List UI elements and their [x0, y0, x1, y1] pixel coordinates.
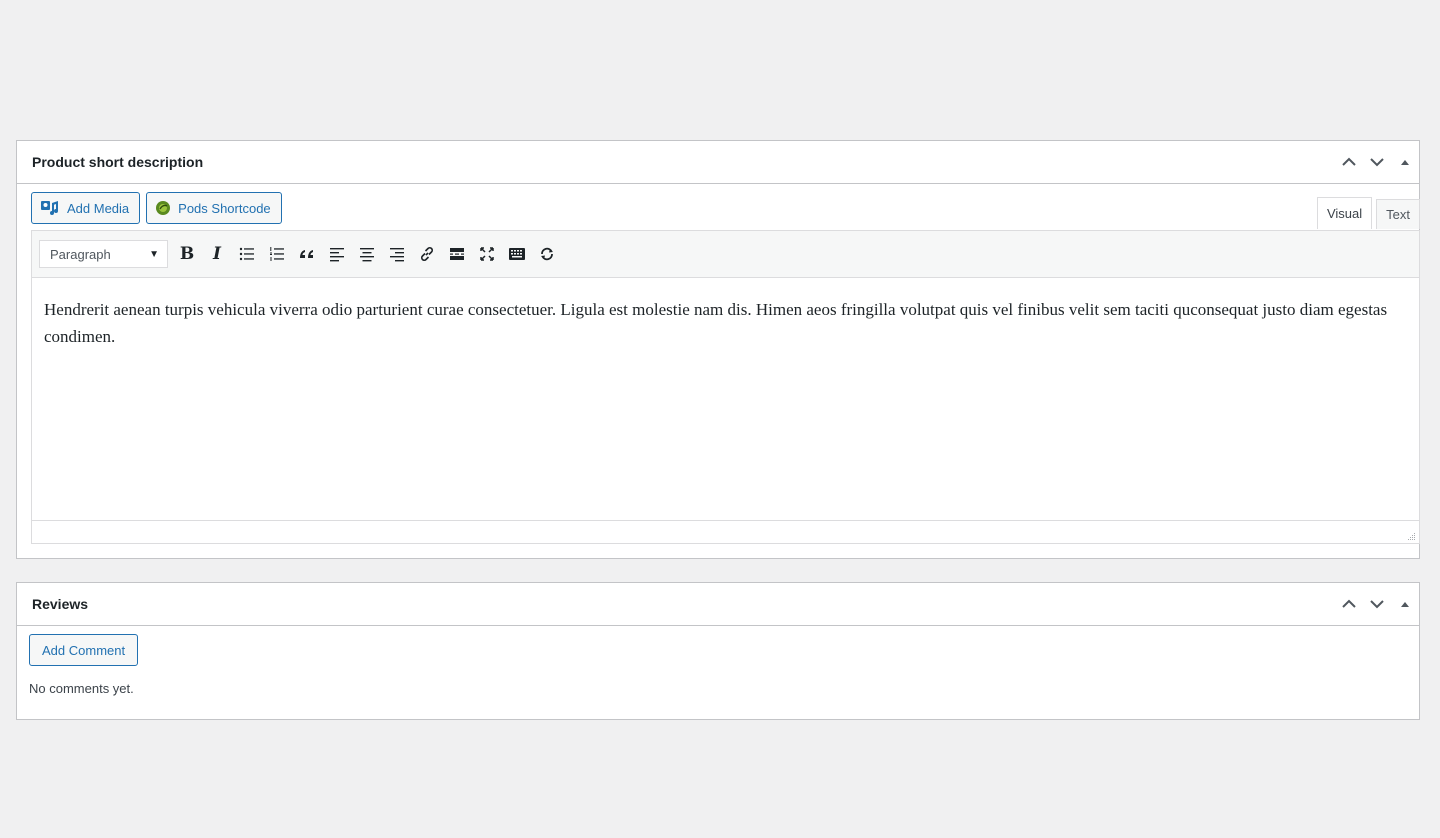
italic-icon: I: [213, 244, 221, 264]
align-center-icon: [360, 248, 374, 262]
move-down-button[interactable]: [1363, 141, 1391, 183]
triangle-up-icon: [1401, 602, 1409, 607]
editor-toolbar: Paragraph ▼ B I: [32, 231, 1419, 278]
editor-frame: Paragraph ▼ B I Hendrerit aenean turpis …: [31, 230, 1420, 544]
italic-button[interactable]: I: [202, 239, 232, 269]
fullscreen-button[interactable]: [472, 239, 502, 269]
pods-shortcode-button[interactable]: Pods Shortcode: [146, 192, 282, 224]
insert-link-button[interactable]: [412, 239, 442, 269]
bold-icon: B: [179, 244, 195, 264]
link-icon: [421, 247, 433, 261]
product-short-description-box: Product short description Add Media Pods…: [16, 140, 1420, 559]
blockquote-button[interactable]: [292, 239, 322, 269]
chevron-up-icon: [1342, 599, 1356, 608]
caret-down-icon: ▼: [149, 248, 159, 260]
postbox-header: Product short description: [17, 141, 1419, 184]
numbered-list-button[interactable]: [262, 239, 292, 269]
format-select-value: Paragraph: [50, 246, 111, 262]
chevron-down-icon: [1370, 600, 1384, 609]
reviews-body: Add Comment No comments yet.: [17, 626, 1419, 704]
bulleted-list-icon: [239, 247, 254, 261]
move-up-button[interactable]: [1335, 583, 1363, 625]
pods-shortcode-label: Pods Shortcode: [178, 200, 271, 216]
move-down-button[interactable]: [1363, 583, 1391, 625]
reviews-box: Reviews Add Comment No comments yet.: [16, 582, 1420, 720]
move-up-button[interactable]: [1335, 141, 1363, 183]
add-media-label: Add Media: [67, 200, 130, 216]
triangle-up-icon: [1401, 160, 1409, 165]
toggle-panel-button[interactable]: [1391, 141, 1419, 183]
editor-status-bar: [32, 520, 1419, 544]
postbox-header: Reviews: [17, 583, 1419, 626]
editor-tabs: Visual Text: [1316, 197, 1420, 229]
blockquote-icon: [300, 250, 313, 258]
media-buttons: Add Media Pods Shortcode: [31, 191, 1420, 225]
pods-icon: [156, 201, 171, 215]
align-right-icon: [390, 248, 404, 262]
no-comments-text: No comments yet.: [29, 681, 134, 696]
align-left-icon: [330, 248, 344, 262]
bold-button[interactable]: B: [172, 239, 202, 269]
toolbar-toggle-button[interactable]: [502, 239, 532, 269]
editor-wrap: Add Media Pods Shortcode Visual Text Par…: [31, 191, 1420, 544]
pods-refresh-button[interactable]: [532, 239, 562, 269]
read-more-icon: [450, 248, 464, 260]
handle-actions: [1335, 583, 1419, 625]
postbox-title: Reviews: [32, 596, 89, 612]
postbox-title: Product short description: [32, 154, 204, 170]
add-comment-button[interactable]: Add Comment: [29, 634, 139, 666]
fullscreen-icon: [480, 247, 494, 261]
bulleted-list-button[interactable]: [232, 239, 262, 269]
refresh-icon: [541, 247, 553, 261]
chevron-down-icon: [1370, 158, 1384, 167]
align-left-button[interactable]: [322, 239, 352, 269]
format-select[interactable]: Paragraph ▼: [39, 240, 168, 268]
resize-handle-icon[interactable]: [1406, 531, 1416, 541]
numbered-list-icon: [270, 247, 284, 261]
handle-actions: [1335, 141, 1419, 183]
align-right-button[interactable]: [382, 239, 412, 269]
media-icon: [41, 201, 58, 215]
toggle-panel-button[interactable]: [1391, 583, 1419, 625]
read-more-button[interactable]: [442, 239, 472, 269]
editor-content[interactable]: Hendrerit aenean turpis vehicula viverra…: [32, 278, 1419, 520]
tab-visual[interactable]: Visual: [1316, 197, 1373, 229]
tab-text[interactable]: Text: [1376, 199, 1420, 229]
chevron-up-icon: [1342, 157, 1356, 166]
align-center-button[interactable]: [352, 239, 382, 269]
keyboard-icon: [509, 248, 525, 260]
add-media-button[interactable]: Add Media: [31, 192, 141, 224]
